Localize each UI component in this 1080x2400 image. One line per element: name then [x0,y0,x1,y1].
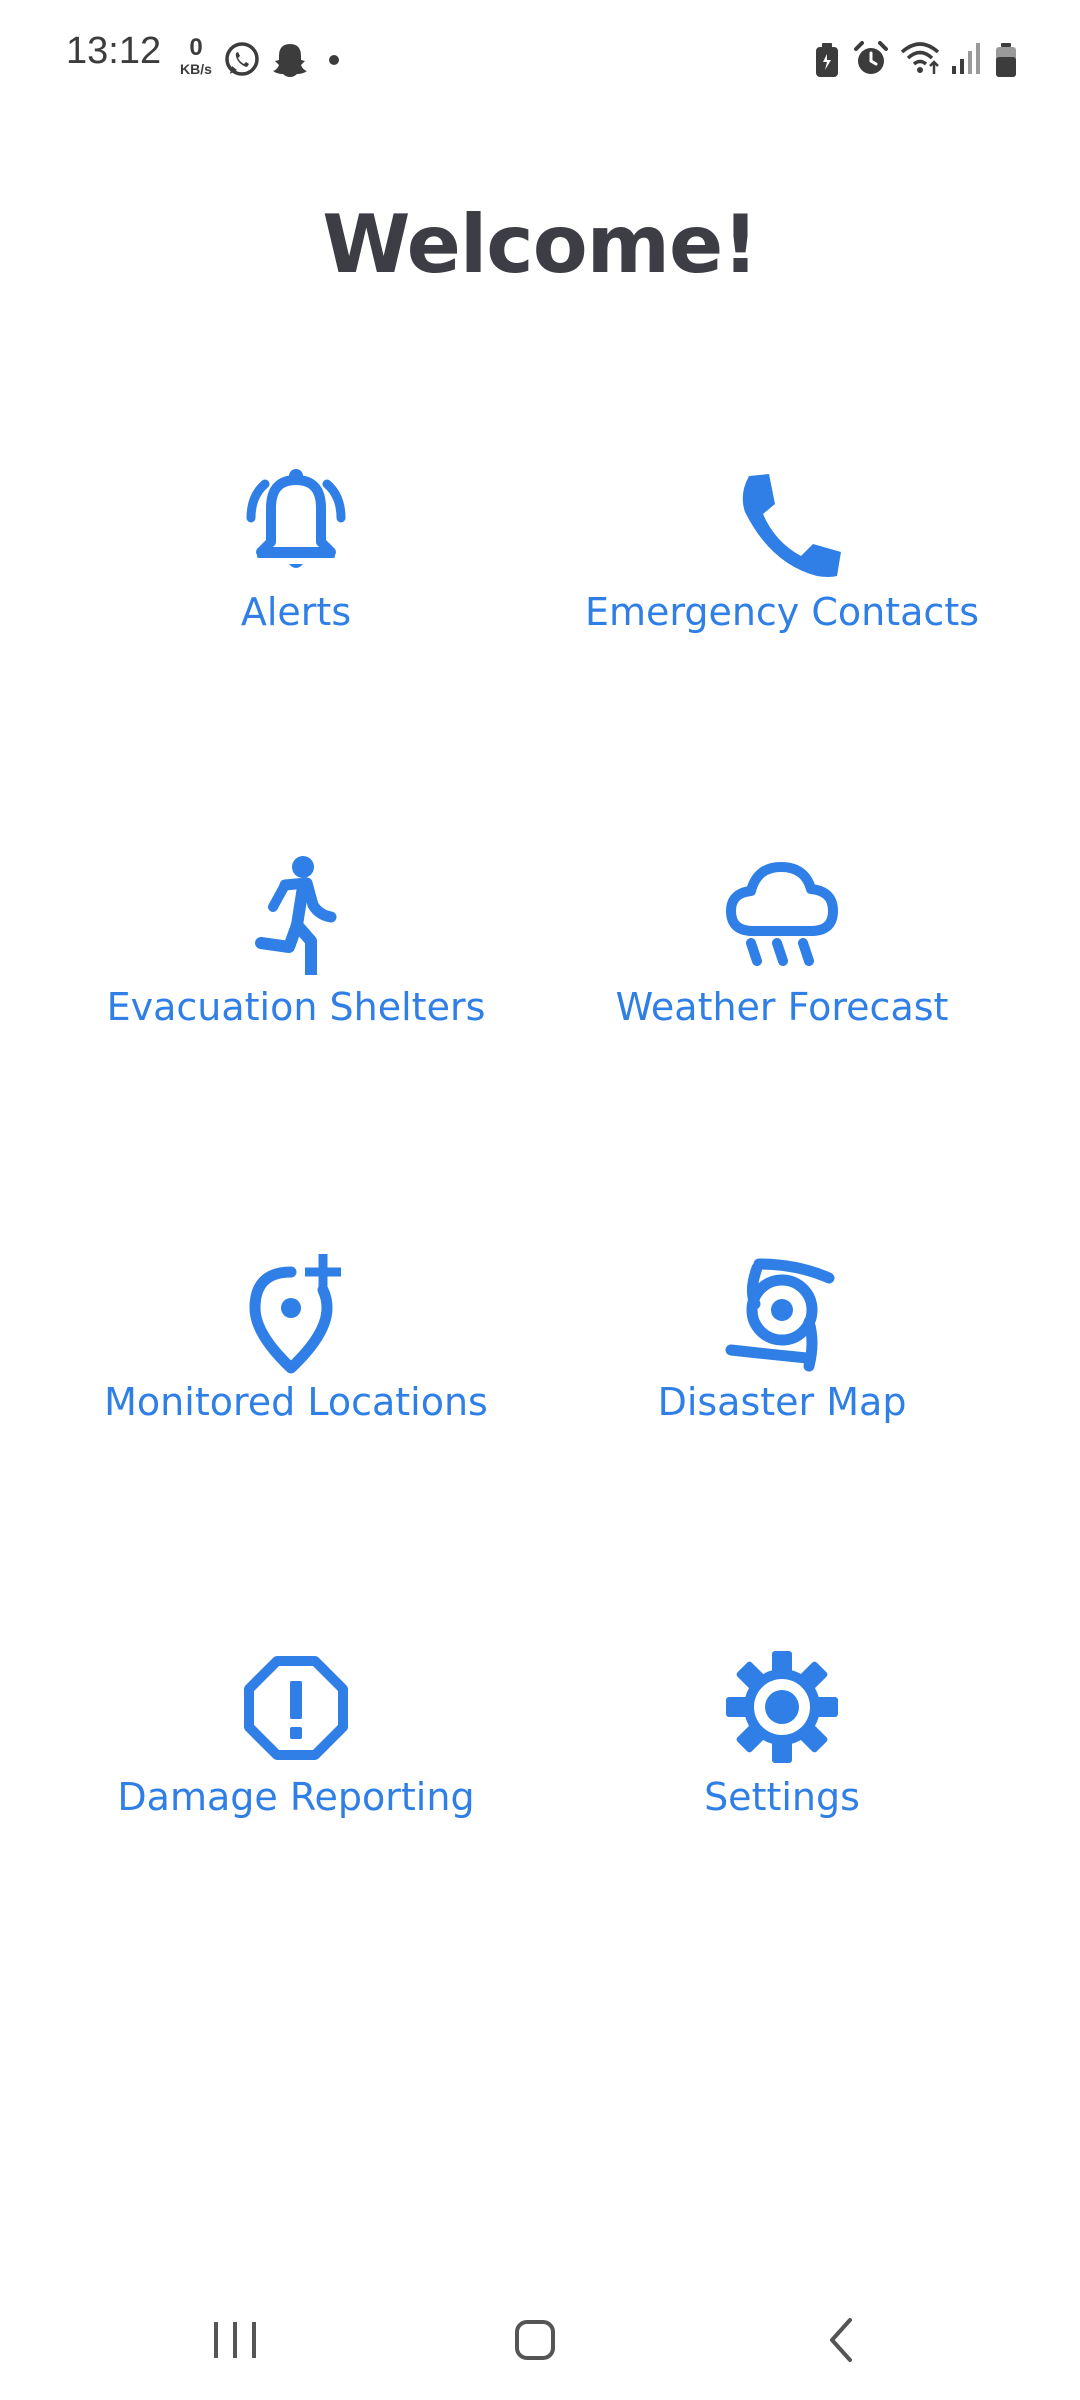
network-speed-unit: KB/s [180,61,212,77]
menu-item-label: Settings [704,1775,860,1819]
add-location-icon [231,1250,361,1380]
recents-icon[interactable] [200,2310,270,2370]
menu-item-label: Evacuation Shelters [106,985,486,1029]
status-time: 13:12 [66,30,162,72]
running-person-icon [231,855,361,985]
back-icon[interactable] [806,2310,876,2370]
wifi-icon [900,40,944,76]
menu-item-label: Emergency Contacts [584,590,980,634]
menu-item-alerts[interactable]: Alerts [46,460,546,690]
home-icon[interactable] [500,2310,570,2370]
snapchat-icon [270,40,310,80]
menu-item-evacuation-shelters[interactable]: Evacuation Shelters [46,855,546,1085]
rain-cloud-icon [717,855,847,985]
page-title: Welcome! [322,198,759,291]
whatsapp-icon [222,40,262,80]
network-speed: 0 KB/s [176,34,216,77]
navigation-bar [0,2280,1080,2400]
menu-item-disaster-map[interactable]: Disaster Map [532,1250,1032,1480]
status-bar: 13:12 0 KB/s [0,0,1080,120]
menu-item-monitored-locations[interactable]: Monitored Locations [46,1250,546,1480]
menu-item-settings[interactable]: Settings [532,1645,1032,1875]
menu-item-damage-reporting[interactable]: Damage Reporting [46,1645,546,1875]
network-speed-value: 0 [189,34,203,61]
menu-item-label: Weather Forecast [615,985,949,1029]
alarm-icon [852,40,890,78]
bell-alert-icon [231,460,361,590]
report-octagon-icon [231,1645,361,1775]
battery-saver-icon [814,42,840,78]
menu-item-label: Disaster Map [657,1380,907,1424]
signal-icon [950,42,982,76]
menu-item-label: Alerts [240,590,352,634]
menu-item-label: Monitored Locations [104,1380,488,1424]
gear-icon [717,1645,847,1775]
battery-icon [994,42,1018,78]
menu-item-label: Damage Reporting [117,1775,475,1819]
cyclone-icon [717,1250,847,1380]
menu-item-emergency-contacts[interactable]: Emergency Contacts [532,460,1032,690]
phone-icon [717,460,847,590]
menu-item-weather-forecast[interactable]: Weather Forecast [532,855,1032,1085]
dot-icon [328,54,340,66]
